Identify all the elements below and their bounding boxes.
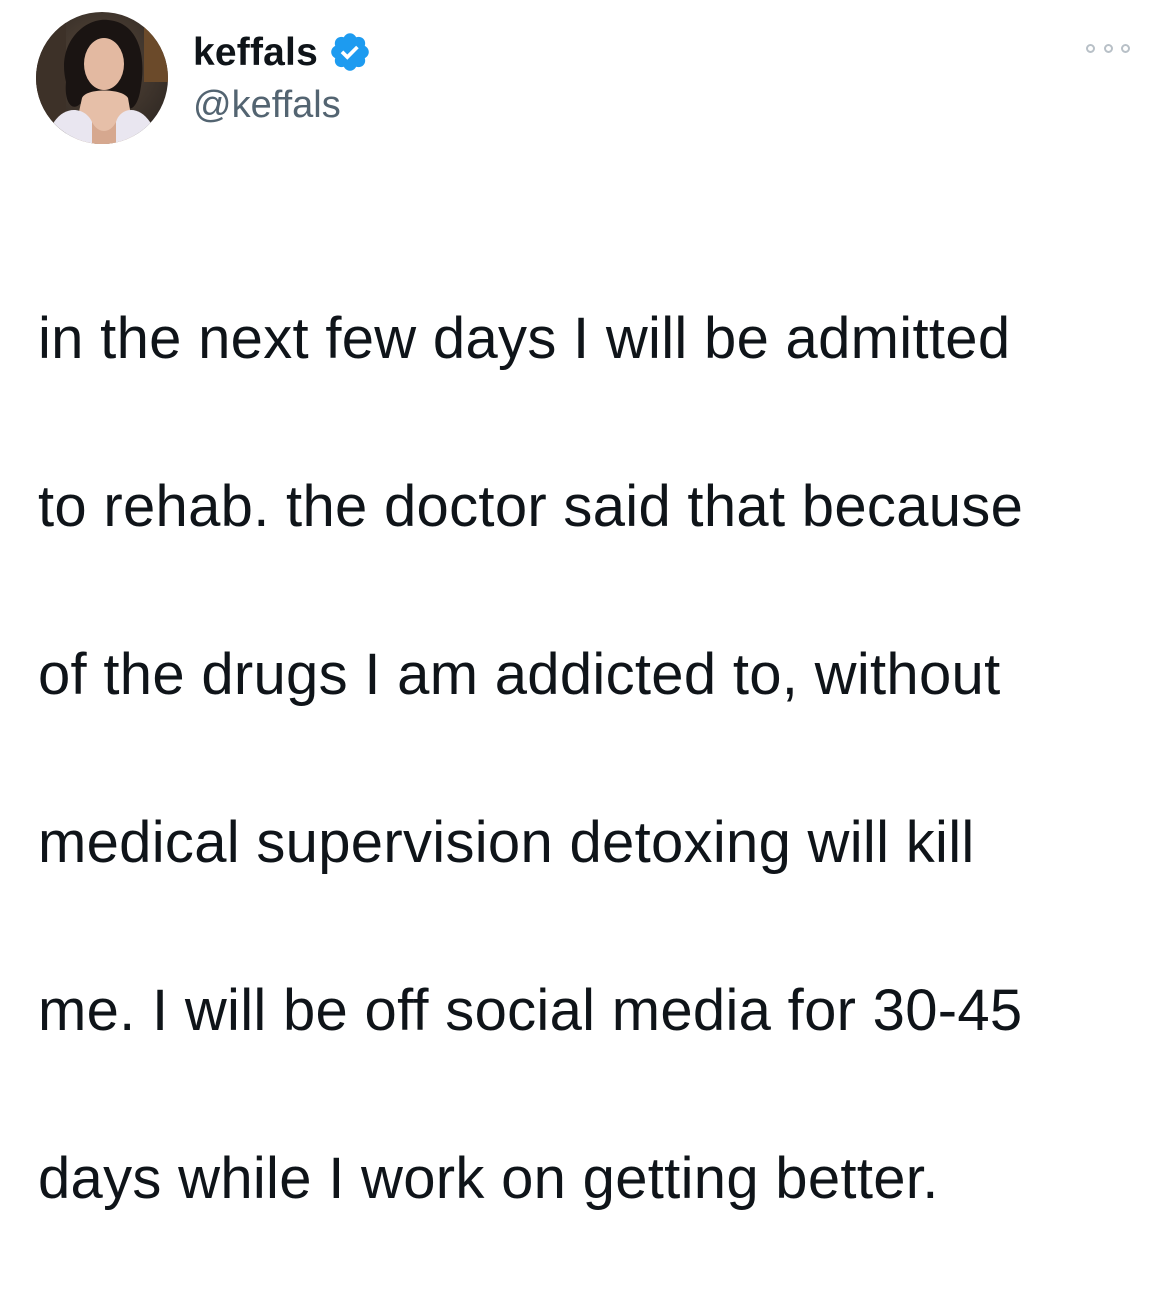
more-dot	[1121, 43, 1130, 53]
tweet-card: keffals @keffals in the next few days I …	[0, 0, 1170, 1211]
tweet-text-line: days while I work on getting better.	[38, 1146, 939, 1211]
verified-badge-icon	[328, 30, 372, 74]
author-name-row: keffals	[193, 26, 372, 78]
author-handle[interactable]: @keffals	[193, 86, 341, 124]
avatar-image	[36, 12, 168, 144]
tweet-text: in the next few days I will be admitted …	[38, 213, 1148, 1305]
tweet-text-line: medical supervision detoxing will kill	[38, 810, 975, 875]
tweet-text-line: in the next few days I will be admitted	[38, 306, 1011, 371]
more-dot	[1086, 43, 1095, 53]
more-options-icon[interactable]	[1086, 40, 1130, 56]
tweet-text-line: of the drugs I am addicted to, without	[38, 642, 1001, 707]
avatar[interactable]	[36, 12, 168, 144]
display-name[interactable]: keffals	[193, 33, 318, 72]
tweet-text-line: to rehab. the doctor said that because	[38, 474, 1024, 539]
more-dot	[1103, 43, 1113, 53]
tweet-text-line: me. I will be off social media for 30-45	[38, 978, 1023, 1043]
